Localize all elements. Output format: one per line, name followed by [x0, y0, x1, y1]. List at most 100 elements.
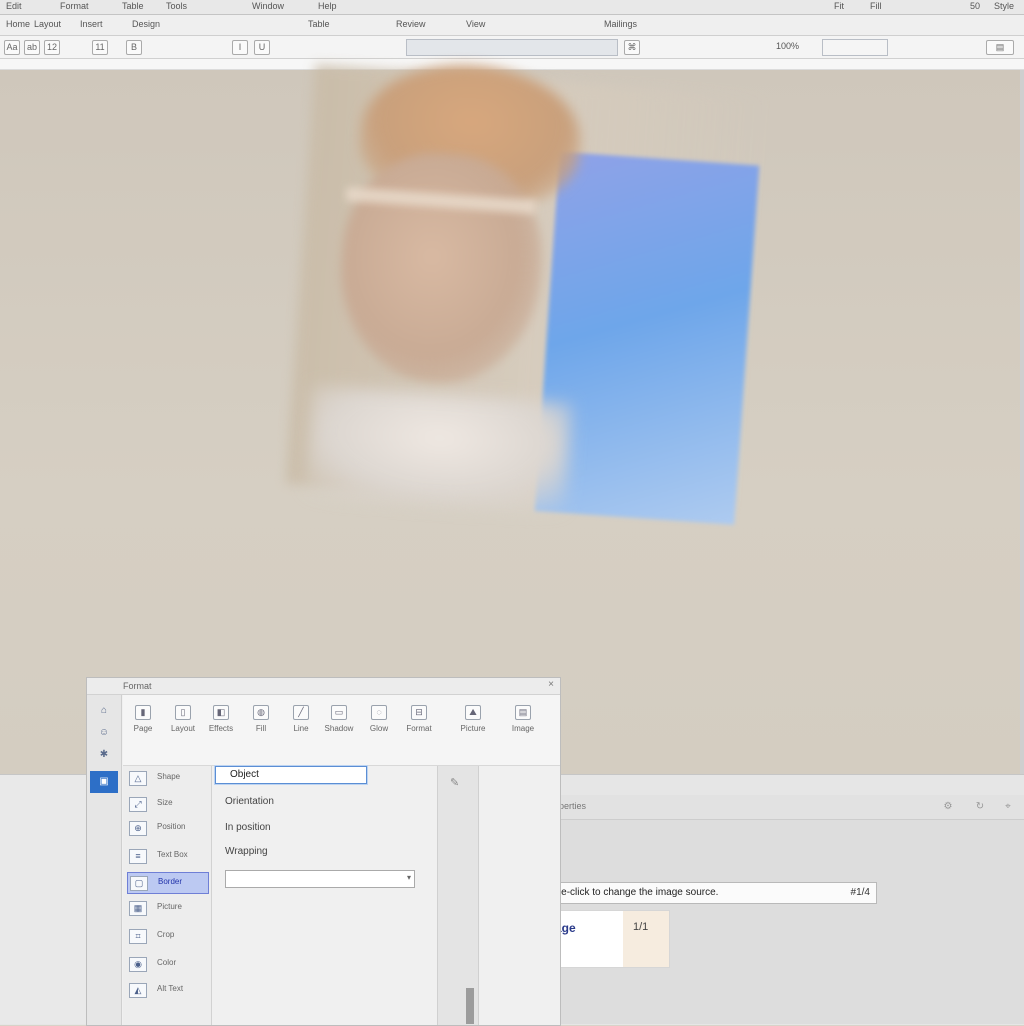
category-item[interactable]: ⌗ Crop: [127, 926, 207, 946]
category-label: Text Box: [157, 850, 188, 859]
picture-tab-icon[interactable]: ▣: [90, 771, 118, 793]
dialog-title: Format: [123, 681, 152, 691]
zoom-box[interactable]: [822, 39, 888, 56]
menu-item[interactable]: Edit: [6, 1, 22, 11]
ribbon-button[interactable]: ▮ Page: [123, 705, 163, 734]
shape-icon: △: [129, 771, 147, 786]
tab[interactable]: Review: [396, 19, 426, 29]
ribbon-button[interactable]: ▯ Layout: [163, 705, 203, 734]
tab[interactable]: Mailings: [604, 19, 637, 29]
menu-item[interactable]: Table: [122, 1, 144, 11]
crop-icon: ⌗: [129, 929, 147, 944]
ribbon-button[interactable]: ◧ Effects: [201, 705, 241, 734]
menu-item[interactable]: Fit: [834, 1, 844, 11]
image-icon: ▤: [515, 705, 531, 720]
category-label: Position: [157, 822, 186, 831]
ribbon-button[interactable]: ╱ Line: [281, 705, 321, 734]
dialog-ribbon: ▮ Page ▯ Layout ◧ Effects ◍ Fill ╱ Line …: [123, 695, 560, 766]
ribbon-button[interactable]: ⊟ Format: [399, 705, 439, 734]
menu-item[interactable]: Style: [994, 1, 1014, 11]
border-icon: ▢: [130, 876, 148, 891]
position-icon: ⊕: [129, 821, 147, 836]
category-item[interactable]: ◉ Color: [127, 954, 207, 974]
category-item[interactable]: ⤢ Size: [127, 794, 207, 814]
toolbar-button[interactable]: 12: [44, 40, 60, 55]
italic-button[interactable]: I: [232, 40, 248, 55]
person-icon[interactable]: ☺: [95, 725, 113, 741]
left-panel: [0, 775, 87, 1024]
menu-item[interactable]: Format: [60, 1, 89, 11]
menu-item[interactable]: Tools: [166, 1, 187, 11]
category-item[interactable]: ◭ Alt Text: [127, 980, 207, 1000]
settings-icon[interactable]: ✱: [95, 747, 113, 763]
picture-icon: ⛰: [465, 705, 481, 720]
dialog-content: Object Orientation In position Wrapping …: [213, 766, 560, 1025]
toolbar-button[interactable]: ab: [24, 40, 40, 55]
tab[interactable]: Home: [6, 19, 30, 29]
toolbar-button[interactable]: 11: [92, 40, 108, 55]
category-item[interactable]: ≡ Text Box: [127, 846, 207, 866]
tab[interactable]: Insert: [80, 19, 103, 29]
size-icon: ⤢: [129, 797, 147, 812]
picture-shirt: [305, 385, 573, 513]
category-item[interactable]: ▦ Picture: [127, 898, 207, 918]
ribbon-button[interactable]: ◍ Fill: [241, 705, 281, 734]
info-value: #1/4: [850, 887, 870, 898]
format-painter-icon[interactable]: ⌘: [624, 40, 640, 55]
fill-icon: ◍: [253, 705, 269, 720]
category-item[interactable]: ⊕ Position: [127, 818, 207, 838]
object-name-input[interactable]: Object: [215, 766, 367, 784]
close-icon[interactable]: ×: [548, 679, 554, 690]
category-label: Alt Text: [157, 984, 184, 993]
formatting-toolbar: Aa ab 12 11 B I U ⌘ 100% ▤: [0, 36, 1024, 59]
menu-item[interactable]: 50: [970, 1, 980, 11]
bold-button[interactable]: B: [126, 40, 142, 55]
wrapping-select[interactable]: ▾: [225, 870, 415, 888]
ribbon-label: Shadow: [324, 724, 354, 733]
ribbon-button[interactable]: ▤ Image: [503, 705, 543, 734]
category-item-selected[interactable]: ▢ Border: [127, 872, 209, 894]
ruler: [0, 59, 1024, 70]
ribbon-label: Effects: [208, 724, 234, 733]
menu-item[interactable]: Help: [318, 1, 337, 11]
gear-icon[interactable]: ⚙: [941, 801, 955, 813]
underline-button[interactable]: U: [254, 40, 270, 55]
ribbon-tabs: Home Layout Insert Design Table Review V…: [0, 15, 1024, 36]
wrapping-option[interactable]: Wrapping: [225, 846, 268, 857]
dialog-scrollbar[interactable]: [466, 988, 474, 1024]
ribbon-label: Line: [293, 724, 309, 733]
position-option[interactable]: In position: [225, 822, 271, 833]
alt-text-icon: ◭: [129, 983, 147, 998]
pen-icon[interactable]: ✎: [450, 776, 459, 789]
vertical-scrollbar[interactable]: [1020, 70, 1024, 774]
dialog-titlebar[interactable]: Format ×: [87, 678, 560, 695]
tab[interactable]: Table: [308, 19, 330, 29]
toolbar-button[interactable]: Aa: [4, 40, 20, 55]
menu-item[interactable]: Fill: [870, 1, 882, 11]
ribbon-label: Image: [511, 724, 535, 733]
category-label: Picture: [157, 902, 182, 911]
tab[interactable]: Design: [132, 19, 160, 29]
selected-picture[interactable]: [285, 57, 775, 525]
chevron-down-icon: ▾: [406, 873, 411, 882]
pin-icon[interactable]: ⌖: [1001, 801, 1015, 813]
ribbon-button[interactable]: ◌ Glow: [359, 705, 399, 734]
page-icon: ▮: [135, 705, 151, 720]
glow-icon: ◌: [371, 705, 387, 720]
home-icon[interactable]: ⌂: [95, 703, 113, 719]
ribbon-button[interactable]: ⛰ Picture: [453, 705, 493, 734]
picture-icon: ▦: [129, 901, 147, 916]
tab[interactable]: View: [466, 19, 485, 29]
style-gallery[interactable]: [406, 39, 618, 56]
dialog-side-nav: ⌂ ☺ ✱ ▣: [87, 695, 122, 1025]
ribbon-button[interactable]: ▭ Shadow: [319, 705, 359, 734]
tab[interactable]: Layout: [34, 19, 61, 29]
format-dialog: Format × ⌂ ☺ ✱ ▣ ▮ Page ▯ Layout ◧ Effec…: [86, 677, 561, 1026]
refresh-icon[interactable]: ↻: [973, 801, 987, 813]
menu-item[interactable]: Window: [252, 1, 284, 11]
orientation-option[interactable]: Orientation: [225, 796, 274, 807]
ribbon-label: Picture: [460, 724, 486, 733]
sidebar-toggle-icon[interactable]: ▤: [986, 40, 1014, 55]
category-label: Shape: [157, 772, 181, 781]
category-item[interactable]: △ Shape: [127, 768, 207, 788]
